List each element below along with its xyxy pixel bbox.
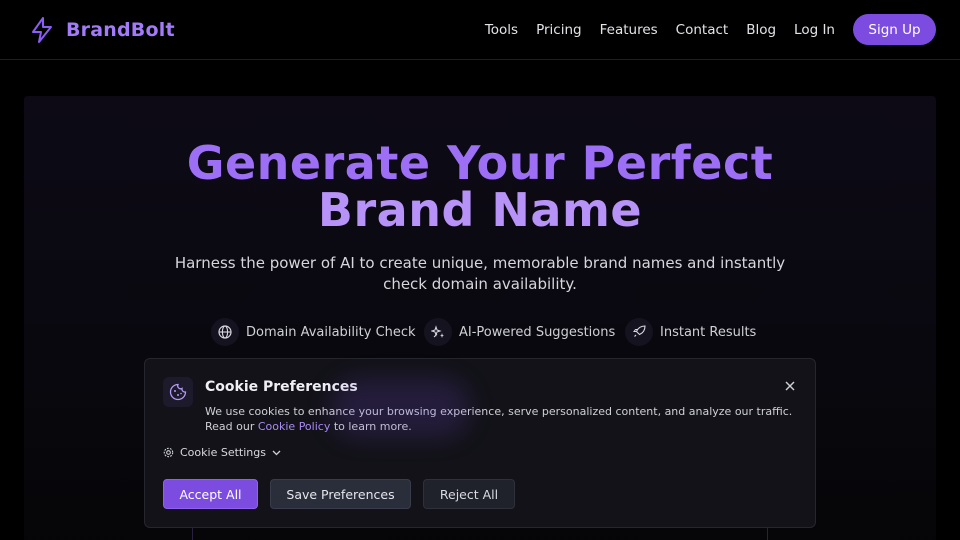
nav-link-login[interactable]: Log In xyxy=(794,22,835,38)
feature-label: Instant Results xyxy=(660,324,757,340)
nav-link-features[interactable]: Features xyxy=(600,22,658,38)
feature-ai-suggestions: AI-Powered Suggestions xyxy=(424,317,615,347)
nav-link-contact[interactable]: Contact xyxy=(676,22,729,38)
cookie-settings-toggle[interactable]: Cookie Settings xyxy=(163,446,281,459)
cookie-description: We use cookies to enhance your browsing … xyxy=(205,404,795,434)
cookie-policy-link[interactable]: Cookie Policy xyxy=(258,420,330,433)
cookie-icon xyxy=(163,377,193,407)
sparkles-icon xyxy=(424,318,452,346)
gear-icon xyxy=(163,447,174,458)
cookie-settings-label: Cookie Settings xyxy=(180,446,266,459)
site-header: BrandBolt Tools Pricing Features Contact… xyxy=(0,0,960,60)
nav-link-blog[interactable]: Blog xyxy=(746,22,776,38)
hero-subtitle: Harness the power of AI to create unique… xyxy=(174,254,786,293)
main-nav: Tools Pricing Features Contact Blog Log … xyxy=(467,14,936,45)
feature-instant-results: Instant Results xyxy=(625,317,756,347)
nav-link-tools[interactable]: Tools xyxy=(485,22,518,38)
feature-domain-check: Domain Availability Check xyxy=(211,317,416,347)
feature-label: Domain Availability Check xyxy=(246,324,416,340)
signup-button[interactable]: Sign Up xyxy=(853,14,936,45)
hero-title-line2: Brand Name xyxy=(317,183,643,237)
hero-title: Generate Your Perfect Brand Name xyxy=(0,140,960,234)
feature-label: AI-Powered Suggestions xyxy=(459,324,616,340)
hero-card-edge xyxy=(192,528,768,540)
close-icon[interactable] xyxy=(781,377,799,395)
reject-all-button[interactable]: Reject All xyxy=(423,479,515,509)
globe-icon xyxy=(211,318,239,346)
save-preferences-button[interactable]: Save Preferences xyxy=(270,479,411,509)
brand-logo[interactable]: BrandBolt xyxy=(29,16,175,44)
cookie-glow xyxy=(330,378,470,438)
nav-link-pricing[interactable]: Pricing xyxy=(536,22,582,38)
chevron-down-icon xyxy=(272,450,281,455)
lightning-bolt-icon xyxy=(32,17,52,43)
cookie-preferences-dialog: Cookie Preferences We use cookies to enh… xyxy=(144,358,816,528)
brand-name: BrandBolt xyxy=(66,19,175,41)
rocket-icon xyxy=(625,318,653,346)
feature-list: Domain Availability Check AI-Powered Sug… xyxy=(0,317,960,347)
accept-all-button[interactable]: Accept All xyxy=(163,479,258,509)
hero-title-line1: Generate Your Perfect xyxy=(186,136,774,190)
